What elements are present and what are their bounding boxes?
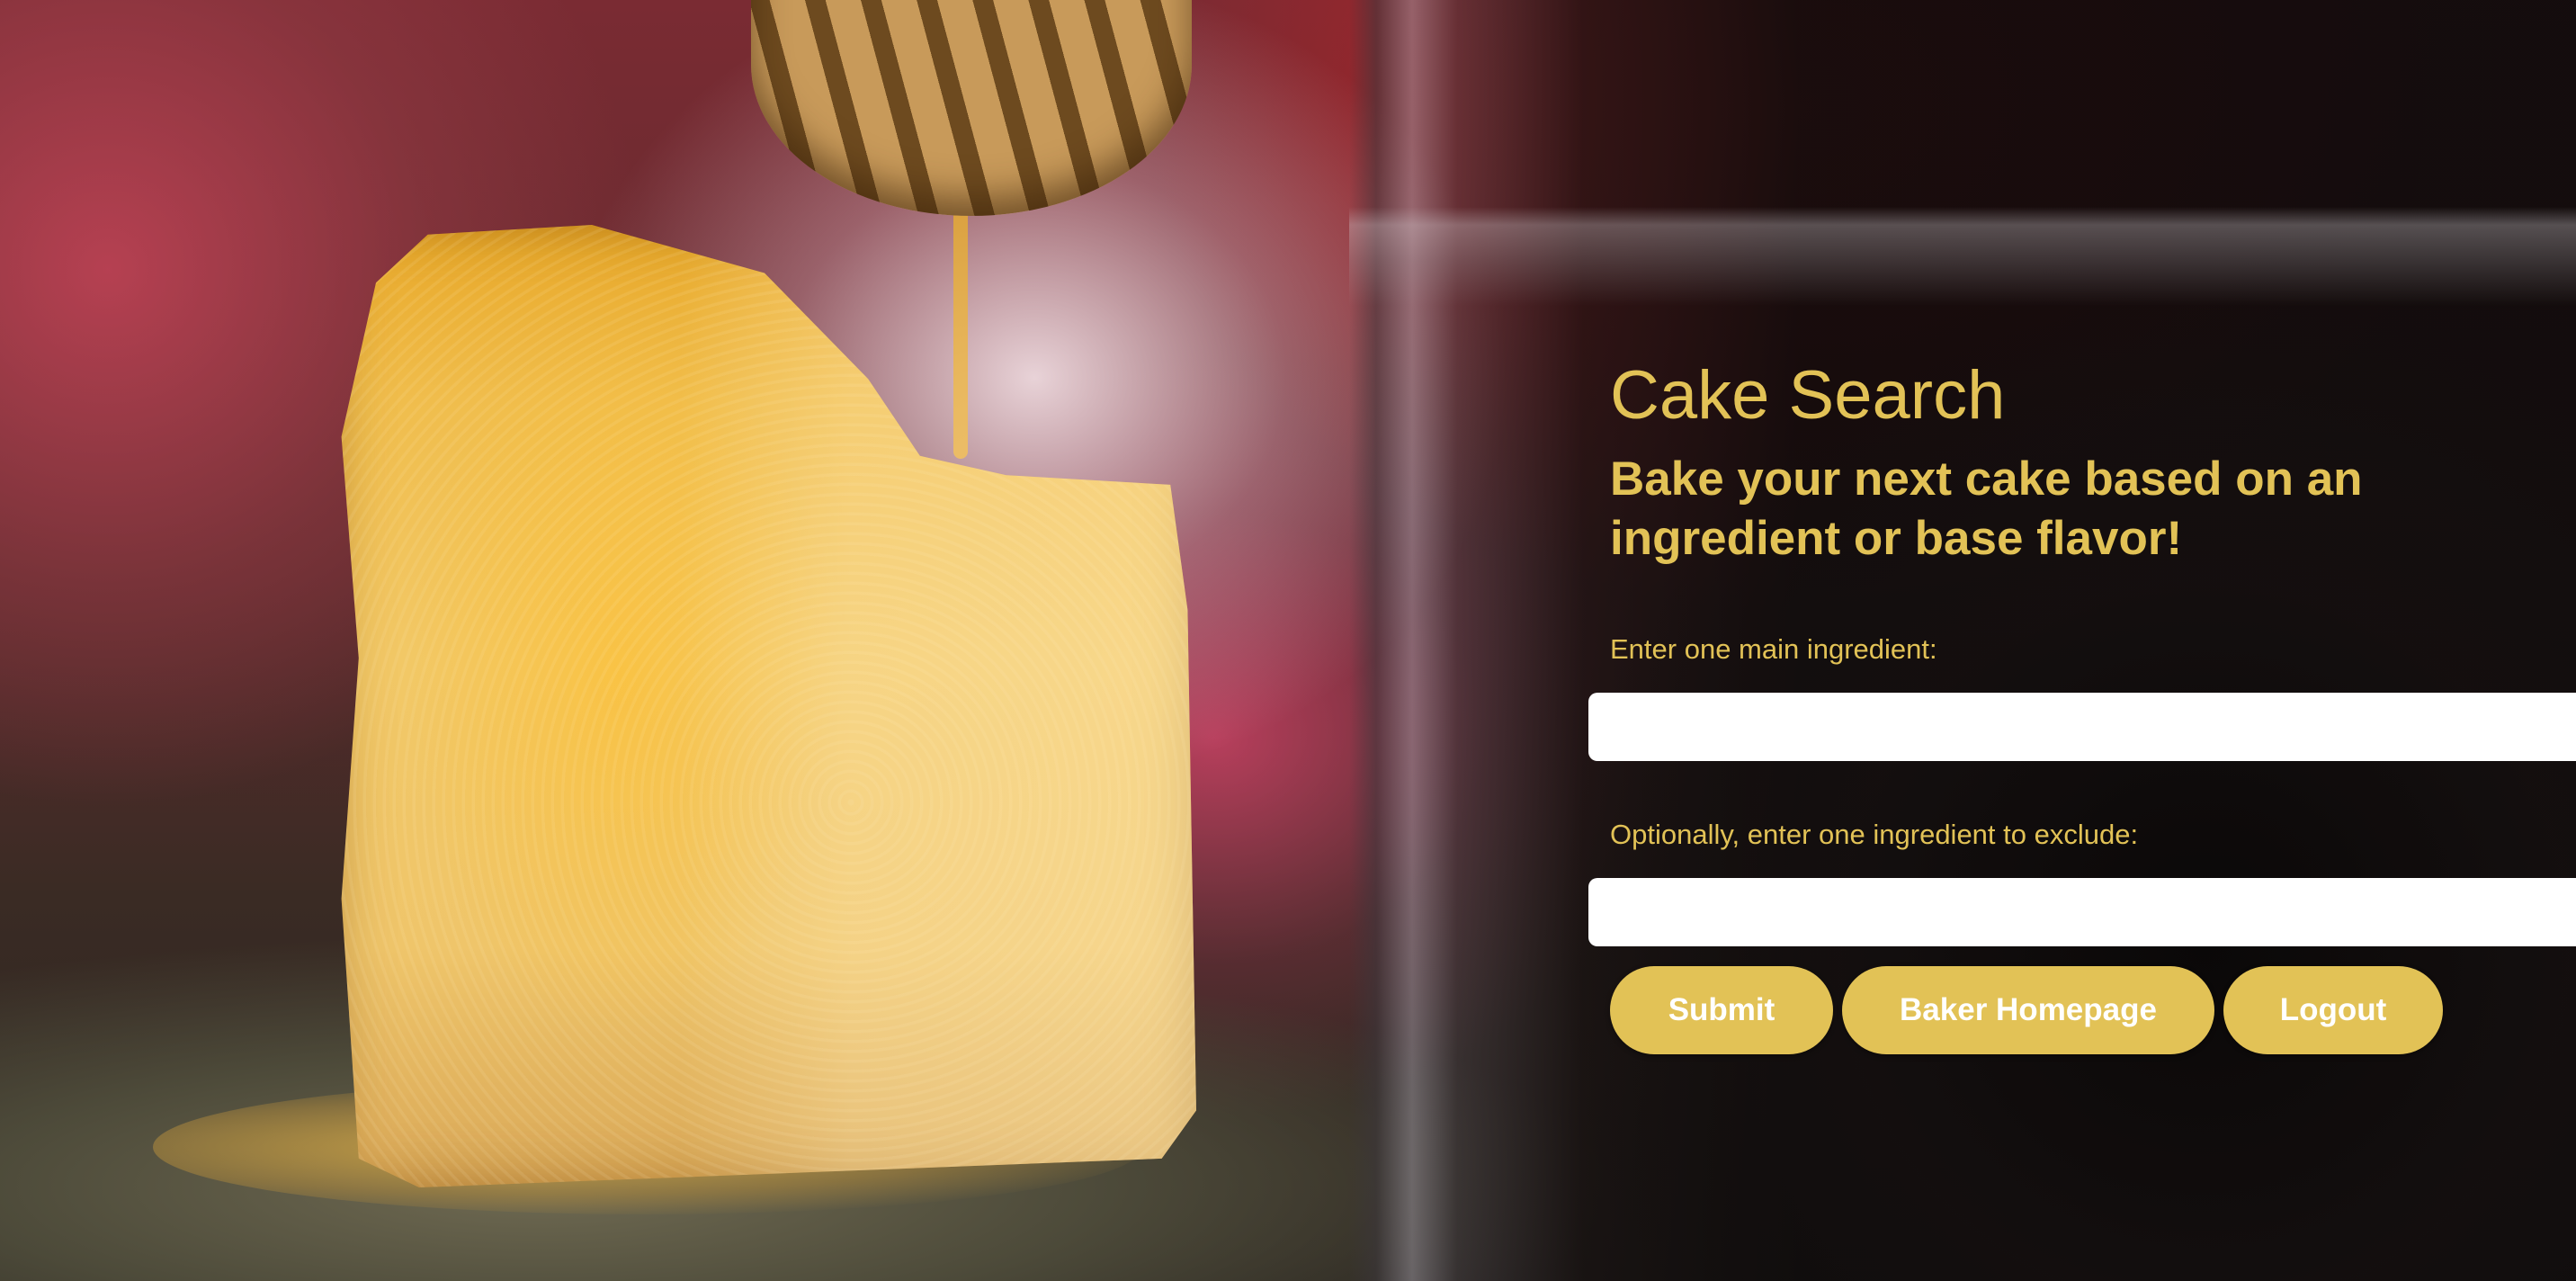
exclude-label: Optionally, enter one ingredient to excl… [1610,819,2139,850]
page-subtitle: Bake your next cake based on an ingredie… [1610,452,2363,565]
ingredient-label: Enter one main ingredient: [1610,633,1937,665]
button-row: Submit Baker Homepage Logout [1610,966,2576,1054]
page-title: Cake Search [1610,357,2006,434]
cake-search-page: Cake Search Bake your next cake based on… [0,0,2576,1281]
ingredient-input[interactable] [1588,693,2576,761]
submit-button[interactable]: Submit [1610,966,1833,1054]
exclude-ingredient-input[interactable] [1588,878,2576,946]
cake-search-form: Cake Search Bake your next cake based on… [1588,357,2576,1054]
baker-homepage-button[interactable]: Baker Homepage [1842,966,2214,1054]
logout-button[interactable]: Logout [2223,966,2443,1054]
